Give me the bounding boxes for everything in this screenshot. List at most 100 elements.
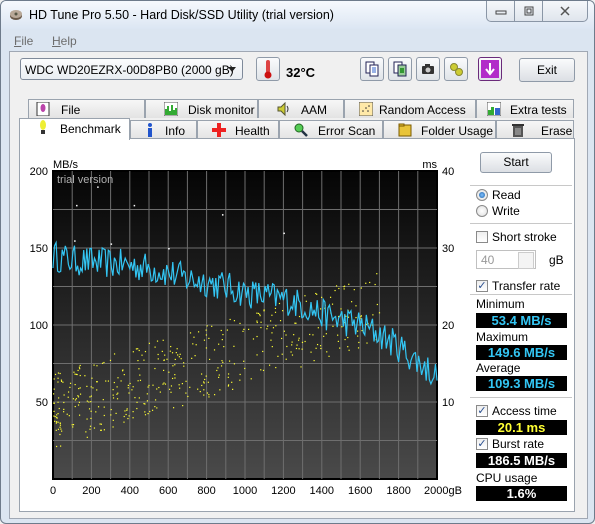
access-time-point (193, 336, 195, 338)
access-time-point (239, 379, 241, 381)
access-time-point (57, 412, 59, 415)
access-time-point (128, 392, 130, 394)
access-time-point (79, 368, 81, 370)
start-button[interactable]: Start (480, 152, 552, 173)
access-time-point (163, 382, 165, 384)
access-time-point (266, 328, 268, 330)
access-time-checkbox[interactable]: ✓ (476, 405, 488, 417)
access-time-point (90, 386, 92, 388)
access-time-point (154, 346, 156, 348)
access-time-point (207, 381, 209, 383)
access-time-point (63, 394, 65, 396)
access-time-point (260, 321, 262, 323)
access-time-point (319, 308, 322, 310)
access-time-point (283, 330, 286, 332)
access-time-point (300, 366, 302, 368)
access-time-point (53, 393, 55, 395)
burst-point (110, 243, 113, 245)
access-time-point (269, 364, 271, 366)
access-time-point (172, 365, 174, 367)
read-label: Read (492, 188, 521, 202)
write-label: Write (492, 204, 520, 218)
access-time-point (194, 355, 196, 357)
divider (470, 397, 572, 398)
access-time-point (146, 400, 149, 402)
access-time-point (90, 417, 92, 420)
y-left-unit: MB/s (53, 159, 79, 171)
access-time-point (209, 358, 211, 361)
access-time-point (67, 396, 69, 398)
write-radio[interactable] (476, 205, 488, 217)
access-time-point (88, 408, 91, 410)
access-time-point (347, 336, 349, 339)
x-tick-label: 1600 (348, 485, 372, 497)
access-time-point (334, 289, 336, 292)
access-time-point (138, 368, 140, 370)
access-time-point (357, 335, 359, 337)
access-time-point (79, 387, 81, 389)
access-time-point (185, 392, 187, 394)
access-time-point (93, 364, 95, 366)
access-time-point (305, 300, 307, 302)
access-time-point (378, 312, 381, 314)
access-time-point (203, 382, 205, 384)
access-time-point (208, 396, 210, 398)
access-time-point (213, 394, 216, 396)
access-time-point (74, 373, 76, 375)
short-stroke-label: Short stroke (492, 230, 557, 244)
access-time-point (74, 405, 76, 408)
short-stroke-spinner[interactable]: 40 (476, 250, 536, 269)
access-time-point (183, 365, 185, 367)
transfer-rate-checkbox[interactable]: ✓ (476, 280, 488, 292)
access-time-point (57, 428, 60, 430)
access-time-point (168, 371, 170, 373)
access-time-point (53, 402, 55, 404)
access-time-point (262, 369, 265, 372)
access-time-point (275, 366, 277, 369)
access-time-point (337, 334, 339, 336)
access-time-point (58, 407, 60, 410)
access-time-point (206, 325, 208, 327)
access-time-point (295, 347, 298, 350)
access-time-point (226, 329, 229, 331)
access-time-point (61, 430, 63, 432)
maximum-value: 149.6 MB/s (476, 345, 567, 360)
access-time-point (260, 326, 262, 329)
access-time-point (348, 283, 350, 285)
access-time-point (169, 350, 171, 352)
access-time-point (178, 356, 180, 358)
tab-benchmark[interactable]: Benchmark (19, 118, 130, 140)
access-time-point (175, 352, 177, 354)
access-time-point (203, 339, 206, 341)
access-time-point (67, 391, 70, 393)
short-stroke-checkbox[interactable] (476, 231, 488, 243)
access-time-point (256, 335, 258, 338)
access-time-point (233, 363, 236, 365)
y-left-tick-label: 100 (30, 320, 48, 332)
read-radio[interactable] (476, 189, 488, 201)
access-time-point (112, 419, 114, 421)
divider (470, 185, 572, 186)
spinner-arrows-icon[interactable] (518, 252, 534, 269)
access-time-point (158, 386, 160, 389)
access-time-point (319, 345, 322, 347)
burst-point (283, 232, 285, 235)
access-time-point (256, 320, 258, 322)
app-window: HD Tune Pro 5.50 - Hard Disk/SSD Utility… (0, 0, 595, 524)
access-time-point (221, 360, 223, 362)
access-time-point (252, 338, 255, 340)
access-time-point (156, 340, 159, 342)
access-time-point (109, 359, 112, 361)
access-time-point (146, 393, 148, 395)
access-time-point (271, 314, 273, 316)
burst-rate-checkbox[interactable]: ✓ (476, 438, 488, 450)
access-time-point (329, 296, 332, 298)
access-time-point (328, 355, 330, 357)
access-time-point (178, 384, 180, 386)
access-time-point (355, 305, 357, 307)
access-time-point (269, 320, 272, 322)
access-time-point (298, 337, 300, 339)
access-time-point (72, 426, 74, 428)
access-time-point (239, 322, 241, 325)
access-time-point (162, 339, 164, 341)
